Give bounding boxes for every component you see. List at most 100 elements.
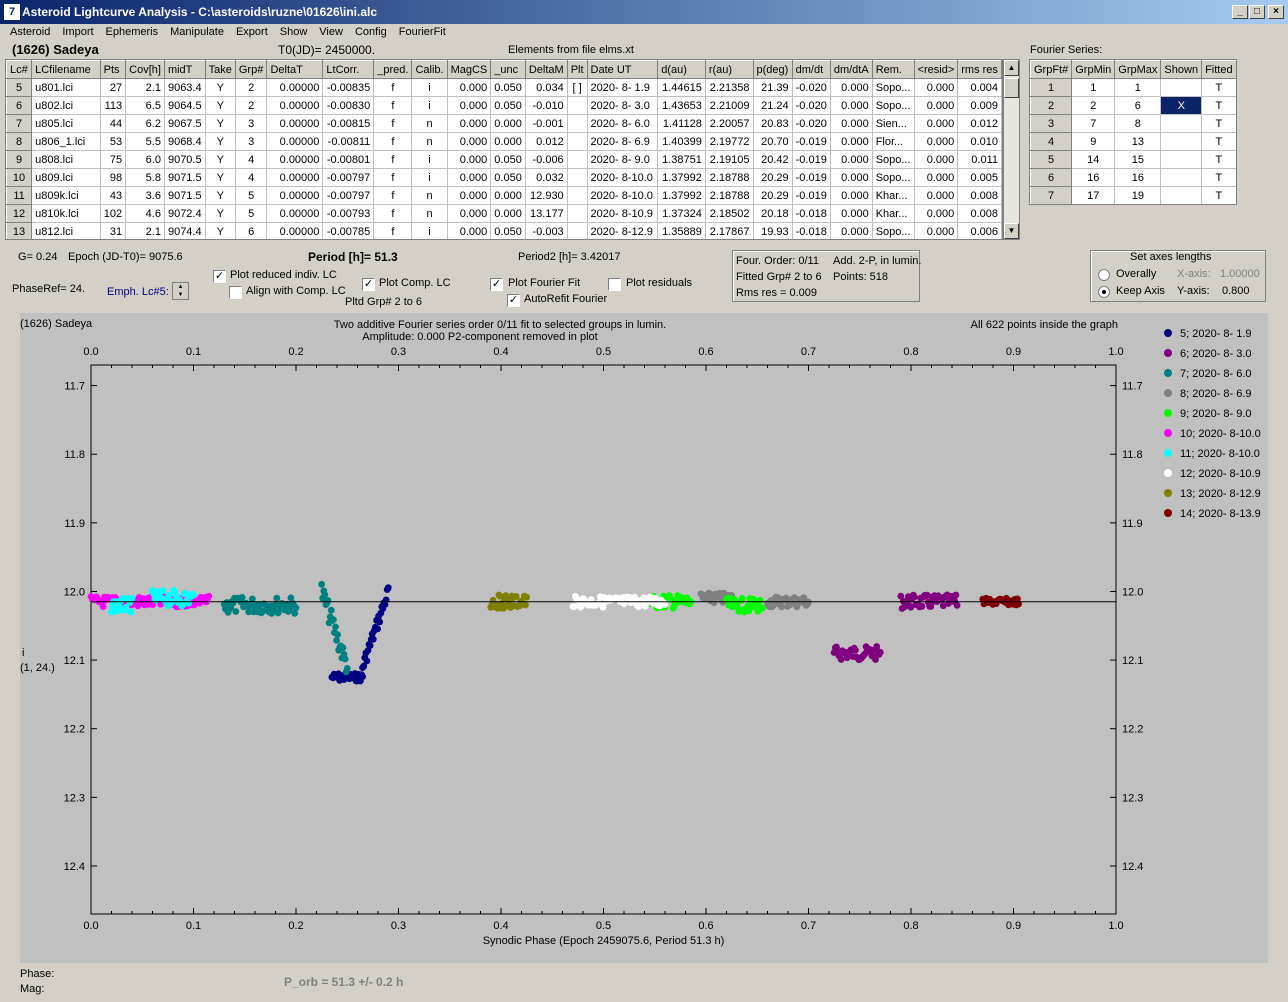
menu-asteroid[interactable]: Asteroid bbox=[4, 25, 56, 39]
lc-cell[interactable]: 0.032 bbox=[524, 168, 568, 187]
lc-cell[interactable]: Y bbox=[204, 150, 236, 169]
lc-cell[interactable]: -0.00793 bbox=[322, 204, 375, 223]
lc-cell[interactable]: f bbox=[373, 114, 413, 133]
lc-col-header[interactable]: <resid> bbox=[913, 60, 959, 79]
fs-cell[interactable]: T bbox=[1201, 132, 1236, 151]
fs-col-header[interactable]: GrpMax bbox=[1114, 60, 1162, 79]
lc-row[interactable]: 8 u806_1.lci 53 5.5 9068.4 Y 3 0.00000 -0.00811 f… bbox=[6, 132, 1002, 151]
fs-cell[interactable]: 9 bbox=[1071, 132, 1116, 151]
lc-row[interactable]: 12 u810k.lci 102 4.6 9072.4 Y 5 0.00000 -0.00793… bbox=[6, 204, 1002, 223]
lc-cell[interactable]: 0.000 bbox=[446, 222, 492, 239]
fs-cell[interactable]: T bbox=[1201, 78, 1236, 97]
lc-cell[interactable]: u810k.lci bbox=[31, 204, 101, 223]
lc-cell[interactable]: u805.lci bbox=[31, 114, 101, 133]
lc-cell[interactable]: Sopo... bbox=[871, 222, 915, 239]
lc-cell[interactable]: 6 bbox=[234, 222, 268, 239]
fs-cell[interactable]: 1 bbox=[1030, 78, 1073, 97]
lc-cell[interactable]: 2.21009 bbox=[704, 96, 754, 115]
lc-cell[interactable]: 9063.4 bbox=[163, 78, 206, 97]
lc-cell[interactable]: f bbox=[373, 222, 413, 239]
fourier-series-table[interactable]: GrpFt# GrpMin GrpMax Shown Fitted 111T226XT3… bbox=[1029, 59, 1237, 205]
lc-cell[interactable]: 8 bbox=[6, 132, 33, 151]
lc-cell[interactable]: 2020- 8- 9.0 bbox=[586, 150, 659, 169]
lc-cell[interactable]: 3.6 bbox=[125, 186, 165, 205]
lc-cell[interactable] bbox=[566, 222, 588, 239]
lc-cell[interactable]: 1.43653 bbox=[657, 96, 706, 115]
lc-cell[interactable]: -0.00815 bbox=[322, 114, 375, 133]
lc-cell[interactable]: 2020- 8- 3.0 bbox=[586, 96, 659, 115]
lc-cell[interactable]: 13 bbox=[6, 222, 33, 239]
lc-col-header[interactable]: Take bbox=[204, 60, 236, 79]
fs-col-header[interactable]: GrpFt# bbox=[1030, 60, 1073, 79]
lc-cell[interactable]: 0.000 bbox=[829, 168, 873, 187]
lc-cell[interactable]: 0.000 bbox=[446, 132, 492, 151]
plot-residuals-checkbox[interactable] bbox=[608, 278, 621, 291]
lc-cell[interactable]: 2020- 8- 6.9 bbox=[586, 132, 659, 151]
lc-col-header[interactable]: DeltaT bbox=[266, 60, 324, 79]
lc-col-header[interactable]: Date UT bbox=[586, 60, 659, 79]
lc-cell[interactable]: 0.000 bbox=[913, 114, 959, 133]
lc-cell[interactable]: 0.000 bbox=[446, 186, 492, 205]
lc-cell[interactable] bbox=[566, 114, 588, 133]
lc-cell[interactable]: 0.000 bbox=[490, 132, 526, 151]
lc-cell[interactable]: 0.010 bbox=[957, 132, 1002, 151]
lc-cell[interactable]: 0.000 bbox=[446, 96, 492, 115]
fs-cell[interactable] bbox=[1160, 132, 1203, 151]
lc-cell[interactable]: 7 bbox=[6, 114, 33, 133]
lc-cell[interactable]: 75 bbox=[99, 150, 127, 169]
lc-cell[interactable]: 0.000 bbox=[913, 78, 959, 97]
lc-cell[interactable]: 9 bbox=[6, 150, 33, 169]
lc-cell[interactable]: 9067.5 bbox=[163, 114, 206, 133]
lc-cell[interactable]: 43 bbox=[99, 186, 127, 205]
fs-cell[interactable]: 7 bbox=[1071, 114, 1116, 133]
lc-cell[interactable]: 0.000 bbox=[829, 96, 873, 115]
menu-import[interactable]: Import bbox=[56, 25, 99, 39]
lc-cell[interactable]: u806_1.lci bbox=[31, 132, 101, 151]
menu-show[interactable]: Show bbox=[274, 25, 314, 39]
lc-cell[interactable]: 2020- 8-10.0 bbox=[586, 186, 659, 205]
emph-spinner[interactable]: ▲ ▼ bbox=[172, 282, 189, 300]
fs-cell[interactable]: 13 bbox=[1114, 132, 1162, 151]
lc-col-header[interactable]: Lc# bbox=[6, 60, 33, 79]
align-comp-checkbox[interactable] bbox=[229, 286, 242, 299]
lc-cell[interactable]: 0.00000 bbox=[266, 78, 324, 97]
lc-cell[interactable] bbox=[566, 204, 588, 223]
lc-cell[interactable]: 0.011 bbox=[957, 150, 1002, 169]
lc-cell[interactable]: 6.2 bbox=[125, 114, 165, 133]
lc-cell[interactable]: Sopo... bbox=[871, 168, 915, 187]
lc-cell[interactable]: Sopo... bbox=[871, 150, 915, 169]
lc-cell[interactable]: 3 bbox=[234, 114, 268, 133]
fs-cell[interactable]: 6 bbox=[1030, 168, 1073, 187]
menu-config[interactable]: Config bbox=[349, 25, 393, 39]
lc-cell[interactable]: 0.00000 bbox=[266, 150, 324, 169]
lc-cell[interactable]: 2.19772 bbox=[704, 132, 754, 151]
lc-cell[interactable]: 2.18788 bbox=[704, 168, 754, 187]
lc-cell[interactable]: 5 bbox=[234, 186, 268, 205]
lc-cell[interactable]: 6 bbox=[6, 96, 33, 115]
lc-cell[interactable]: 20.83 bbox=[752, 114, 793, 133]
lc-cell[interactable]: 6.0 bbox=[125, 150, 165, 169]
lc-cell[interactable]: 1.41128 bbox=[657, 114, 706, 133]
lc-cell[interactable]: -0.019 bbox=[791, 132, 831, 151]
lc-cell[interactable]: Y bbox=[204, 168, 236, 187]
lc-cell[interactable]: 2.18788 bbox=[704, 186, 754, 205]
lc-cell[interactable]: u812.lci bbox=[31, 222, 101, 239]
fs-row[interactable]: 378 T bbox=[1030, 114, 1236, 133]
lc-cell[interactable]: 1.37992 bbox=[657, 168, 706, 187]
fs-cell[interactable] bbox=[1160, 186, 1203, 204]
lc-cell[interactable]: 6.5 bbox=[125, 96, 165, 115]
fs-cell[interactable]: 4 bbox=[1030, 132, 1073, 151]
lc-cell[interactable]: 0.00000 bbox=[266, 168, 324, 187]
fs-cell[interactable]: T bbox=[1201, 186, 1236, 204]
lc-cell[interactable]: i bbox=[411, 78, 448, 97]
fs-cell[interactable] bbox=[1160, 114, 1203, 133]
lc-cell[interactable]: i bbox=[411, 96, 448, 115]
plot-fourier-checkbox[interactable]: ✓ bbox=[490, 278, 503, 291]
lc-cell[interactable]: 98 bbox=[99, 168, 127, 187]
fs-cell[interactable]: 2 bbox=[1030, 96, 1073, 115]
lc-cell[interactable]: u801.lci bbox=[31, 78, 101, 97]
fs-cell[interactable]: 8 bbox=[1114, 114, 1162, 133]
lc-cell[interactable]: 20.29 bbox=[752, 186, 793, 205]
lc-cell[interactable]: i bbox=[411, 168, 448, 187]
yaxis-value[interactable]: 0.800 bbox=[1222, 285, 1250, 297]
